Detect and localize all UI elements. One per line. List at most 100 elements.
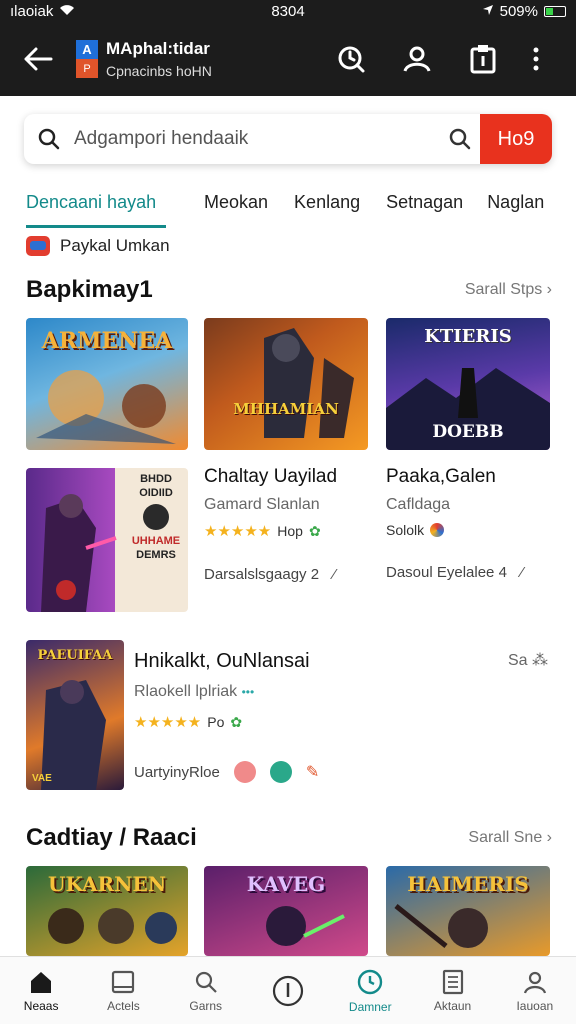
- tab-label: Setnagan: [386, 191, 464, 212]
- search-submit-icon[interactable]: [440, 128, 480, 150]
- game-tile[interactable]: MHHAMIAN: [204, 318, 368, 450]
- app-bar: A P MAphal:tidar Cpnacinbs hoHN: [0, 22, 576, 96]
- game-rating: ★★★★★ Po ✿: [134, 713, 494, 732]
- nav-label: Aktaun: [433, 998, 472, 1013]
- tab-bar: Dencaani hayah Meokan Kenlang Setnagan N…: [0, 176, 576, 228]
- tab-0[interactable]: Dencaani hayah: [26, 176, 166, 228]
- game-tile[interactable]: HAIMERIS: [386, 866, 550, 956]
- location-icon: [482, 3, 494, 20]
- user-icon: [403, 46, 431, 72]
- nav-profile[interactable]: Iauoan: [494, 957, 576, 1024]
- see-all-link-1[interactable]: Sarall Stps ›: [465, 281, 552, 299]
- game-tile-title: MHHAMIAN: [233, 400, 339, 418]
- cover-badge: VAE: [32, 773, 52, 784]
- battery-text: 509%: [499, 2, 538, 20]
- edit-icon[interactable]: ⁄: [333, 566, 336, 583]
- cover-title: PAEUIFAA: [37, 648, 113, 663]
- badge-icon: ✿: [308, 522, 321, 539]
- see-all-label: Sarall Stps: [464, 281, 543, 298]
- nav-label: Iauoan: [516, 998, 554, 1013]
- search-history-button[interactable]: [318, 34, 384, 84]
- game-developer: Gamard Slanlan: [204, 496, 320, 513]
- section-header-1: Bapkimay1 Sarall Stps ›: [26, 276, 552, 304]
- tab-label: Meokan: [204, 191, 269, 212]
- game-tile-title: DOEBB: [432, 422, 504, 442]
- search-history-icon: [338, 46, 365, 73]
- back-button[interactable]: [0, 22, 76, 96]
- game-card[interactable]: Paaka,Galen Cafldaga Sololk Dasoul Eyela…: [386, 466, 552, 581]
- nav-label: Garns: [189, 998, 223, 1013]
- tab-label: Naglan: [487, 191, 545, 212]
- tab-1[interactable]: Meokan: [204, 176, 268, 228]
- tab-3[interactable]: Setnagan: [386, 176, 463, 228]
- poster-text: UHHAME: [131, 535, 181, 547]
- nav-document[interactable]: Aktaun: [411, 957, 493, 1024]
- game-developer: Rlaokell lplriak: [134, 683, 238, 700]
- pen-icon[interactable]: ✎: [306, 762, 319, 782]
- tab-4[interactable]: Naglan: [487, 176, 544, 228]
- rating-text: Hop: [277, 523, 303, 539]
- app-logo-top: A: [76, 40, 98, 59]
- more-options-button[interactable]: [516, 34, 556, 84]
- poster-text: DEMRS: [136, 549, 176, 561]
- poster-text: BHDD: [140, 473, 172, 485]
- tab-2[interactable]: Kenlang: [294, 176, 360, 228]
- section-header-2: Cadtiay / Raaci Sarall Sne ›: [26, 824, 552, 852]
- profile-icon: [523, 971, 546, 993]
- game-meta: UartyinyRloe: [134, 763, 220, 781]
- game-poster[interactable]: BHDD OIDIID UHHAME DEMRS: [26, 468, 188, 612]
- nav-home[interactable]: Neaas: [0, 957, 82, 1024]
- game-tile[interactable]: KAVEG: [204, 866, 368, 956]
- tab-label: Kenlang: [294, 191, 361, 212]
- poster-emblem: [143, 504, 169, 530]
- search-input[interactable]: [74, 128, 440, 150]
- see-all-link-2[interactable]: Sarall Sne ›: [468, 829, 552, 847]
- gamepad-icon: [26, 236, 50, 256]
- featured-card[interactable]: Hnikalkt, OuNlansai Rlaokell lplriak •••…: [134, 650, 494, 783]
- profile-button[interactable]: [384, 34, 450, 84]
- nav-search[interactable]: Garns: [165, 957, 247, 1024]
- app-logo: A P: [76, 40, 98, 78]
- more-vert-icon: [533, 47, 539, 71]
- see-all-label: Sarall Sne: [468, 829, 543, 846]
- search-go-button[interactable]: Ho9: [480, 114, 552, 164]
- wifi-icon: [59, 3, 75, 20]
- clock-icon: [358, 969, 383, 994]
- nav-label: Actels: [107, 998, 140, 1013]
- featured-cover[interactable]: PAEUIFAA VAE: [26, 640, 124, 790]
- game-card[interactable]: Chaltay Uayilad Gamard Slanlan ★★★★★ Hop…: [204, 466, 374, 583]
- search-bar: Ho9: [24, 114, 552, 164]
- stars: ★★★★★: [134, 714, 202, 731]
- category-label: Paykal Umkan: [60, 236, 170, 255]
- edit-icon[interactable]: ⁄: [521, 564, 524, 581]
- nav-timer[interactable]: Damner: [329, 957, 411, 1024]
- game-meta: Darsalslsgaagy 2: [204, 566, 320, 583]
- game-tile[interactable]: ARMENEA: [26, 318, 188, 450]
- chat-icon[interactable]: [269, 761, 292, 783]
- category-chip[interactable]: Paykal Umkan: [26, 236, 170, 256]
- clipboard-button[interactable]: [450, 34, 516, 84]
- nav-label: Damner: [348, 999, 392, 1014]
- app-title: MAphal:tidar: [106, 39, 210, 58]
- emoji-icon[interactable]: [233, 761, 256, 783]
- poster-text: OIDIID: [139, 487, 173, 499]
- badge-icon: [430, 523, 445, 537]
- featured-side-label: Sa ⁂: [508, 652, 549, 669]
- game-tile-title: ARMENEA: [41, 328, 173, 354]
- section-title: Cadtiay / Raaci: [26, 824, 197, 851]
- battery-icon: [544, 5, 566, 17]
- app-logo-bottom: P: [76, 59, 98, 78]
- rating-text: Sololk: [386, 522, 425, 538]
- game-art-image: [264, 328, 354, 438]
- nav-tablet[interactable]: Actels: [82, 957, 164, 1024]
- app-subtitle: Cpnacinbs hoHN: [106, 63, 212, 79]
- game-tile[interactable]: KTIERIS DOEBB: [386, 318, 550, 450]
- stars: ★★★★★: [204, 523, 272, 540]
- status-bar: ılaoiak 8304 509%: [0, 0, 576, 22]
- game-meta: Dasoul Eyelalee 4: [386, 564, 507, 581]
- game-name: Paaka,Galen: [386, 466, 496, 487]
- game-rating: Sololk: [386, 522, 552, 538]
- game-tile[interactable]: UKARNEN: [26, 866, 188, 956]
- game-tile-title: UKARNEN: [48, 872, 166, 896]
- nav-compass[interactable]: [247, 957, 329, 1024]
